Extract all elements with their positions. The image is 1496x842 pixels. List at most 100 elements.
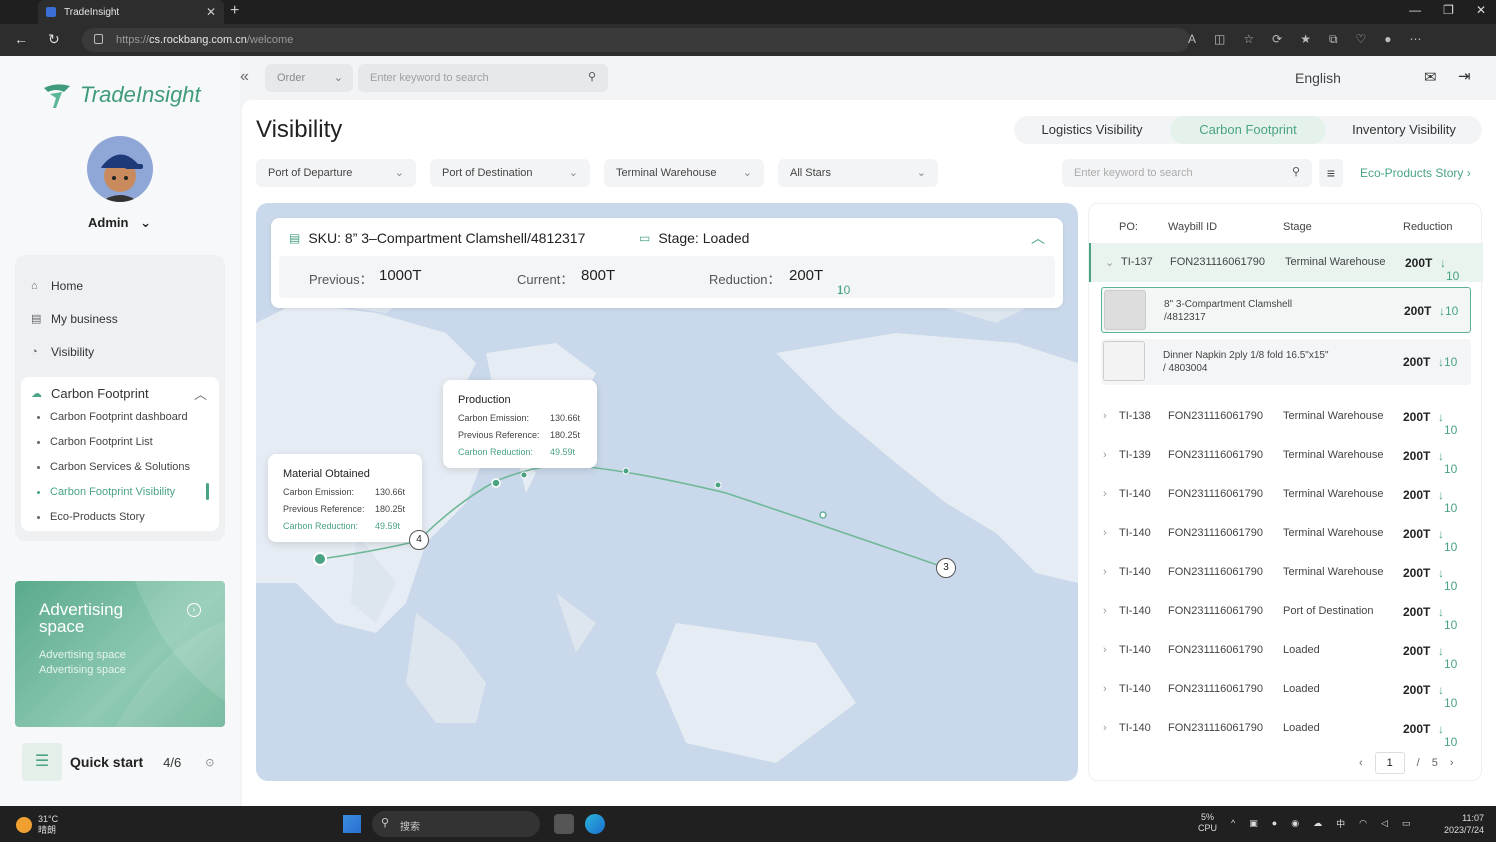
route-point[interactable]: [714, 481, 722, 489]
logout-icon[interactable]: ⇥: [1458, 67, 1471, 85]
table-row[interactable]: › TI-138 FON231116061790 Terminal Warehouse…: [1089, 397, 1483, 437]
chevron-up-icon[interactable]: ^: [1231, 818, 1235, 828]
windows-start-icon[interactable]: [343, 815, 361, 833]
tab-logistics-visibility[interactable]: Logistics Visibility: [1014, 116, 1170, 144]
route-point[interactable]: [491, 478, 501, 488]
submenu-item-eco-products[interactable]: Eco-Products Story: [37, 511, 145, 523]
favorite-star-icon[interactable]: ☆: [1243, 32, 1254, 47]
avatar[interactable]: [87, 136, 153, 202]
chevron-right-icon[interactable]: ›: [1103, 722, 1107, 734]
browser-tab[interactable]: TradeInsight ✕: [38, 0, 224, 24]
current-page[interactable]: 1: [1374, 752, 1405, 774]
cloud-icon[interactable]: ☁: [1313, 818, 1322, 829]
table-row[interactable]: › TI-140 FON231116061790 Terminal Warehouse…: [1089, 514, 1483, 554]
sidebar-item-home[interactable]: ⌂ Home: [31, 279, 83, 293]
chevron-right-icon[interactable]: ›: [1103, 566, 1107, 578]
split-screen-icon[interactable]: ◫: [1214, 32, 1225, 47]
table-row[interactable]: › TI-140 FON231116061790 Terminal Warehouse…: [1089, 553, 1483, 593]
table-row[interactable]: › TI-140 FON231116061790 Port of Destinatio…: [1089, 592, 1483, 632]
next-page-icon[interactable]: ›: [1450, 757, 1454, 769]
help-icon[interactable]: ⊙: [205, 756, 214, 769]
read-aloud-icon[interactable]: A: [1188, 32, 1196, 47]
table-row[interactable]: › TI-140 FON231116061790 Terminal Warehouse…: [1089, 475, 1483, 515]
quick-start[interactable]: ☰ Quick start 4/6 ⊙: [22, 743, 214, 781]
route-point[interactable]: [520, 471, 528, 479]
chevron-down-icon[interactable]: ⌄: [1105, 256, 1114, 269]
close-window-icon[interactable]: ✕: [1476, 3, 1486, 17]
wechat-icon[interactable]: ●: [1272, 818, 1277, 828]
submenu-item-dashboard[interactable]: Carbon Footprint dashboard: [37, 411, 188, 423]
origin-point[interactable]: [313, 552, 327, 566]
route-point[interactable]: [622, 467, 630, 475]
global-search-input[interactable]: Enter keyword to search ⚲: [358, 64, 608, 92]
collections-icon[interactable]: ⧉: [1329, 32, 1338, 47]
extensions-icon[interactable]: ♡: [1356, 32, 1367, 47]
submenu-item-services[interactable]: Carbon Services & Solutions: [37, 461, 190, 473]
new-tab-icon[interactable]: +: [230, 2, 239, 20]
volume-icon[interactable]: ◁: [1381, 818, 1388, 829]
arrow-right-icon[interactable]: ›: [187, 603, 201, 617]
user-menu[interactable]: Admin ⌄: [88, 215, 151, 231]
weather-widget[interactable]: 31°C 晴朗: [16, 814, 58, 836]
filter-all-stars[interactable]: All Stars ⌄: [778, 159, 938, 187]
product-item[interactable]: Dinner Napkin 2ply 1/8 fold 16.5"x15" / …: [1101, 339, 1471, 385]
sidebar-section-carbon-footprint[interactable]: ☁ Carbon Footprint ︿: [31, 386, 211, 402]
submenu-item-list[interactable]: Carbon Footprint List: [37, 436, 153, 448]
filter-port-of-departure[interactable]: Port of Departure ⌄: [256, 159, 416, 187]
sidebar-item-visibility[interactable]: ◔ Visibility: [31, 345, 94, 359]
tray-app-icon[interactable]: ▣: [1249, 818, 1258, 829]
chevron-right-icon[interactable]: ›: [1103, 449, 1107, 461]
taskbar-search[interactable]: ⚲ 搜索: [372, 811, 540, 837]
reload-icon[interactable]: ↻: [48, 31, 60, 48]
refresh-extension-icon[interactable]: ⟳: [1272, 32, 1282, 47]
ime-indicator[interactable]: 中: [1336, 817, 1345, 830]
collapse-card-icon[interactable]: ︿: [1031, 228, 1045, 248]
table-row-expanded[interactable]: ⌄ TI-137 FON231116061790 Terminal Wareho…: [1089, 243, 1483, 283]
battery-icon[interactable]: ▭: [1402, 818, 1411, 829]
language-select[interactable]: English: [1295, 70, 1341, 86]
chevron-right-icon[interactable]: ›: [1103, 527, 1107, 539]
route-map[interactable]: ▤ SKU: 8” 3–Compartment Clamshell/481231…: [256, 203, 1078, 781]
eco-products-story-link[interactable]: Eco-Products Story ›: [1360, 166, 1471, 180]
chevron-right-icon[interactable]: ›: [1103, 683, 1107, 695]
mail-icon[interactable]: ✉: [1424, 68, 1437, 86]
submenu-item-visibility[interactable]: Carbon Footprint Visibility: [37, 486, 175, 498]
list-menu-icon[interactable]: ≡: [1319, 159, 1343, 187]
more-icon[interactable]: ⋯: [1410, 32, 1422, 47]
table-row[interactable]: › TI-139 FON231116061790 Terminal Warehouse…: [1089, 436, 1483, 476]
app-logo[interactable]: TradeInsight: [40, 78, 201, 112]
maximize-icon[interactable]: ❐: [1443, 3, 1454, 17]
route-marker[interactable]: 3: [936, 558, 956, 578]
filter-port-of-destination[interactable]: Port of Destination ⌄: [430, 159, 590, 187]
product-item[interactable]: 8" 3-Compartment Clamshell /4812317 200T…: [1101, 287, 1471, 333]
chevron-right-icon[interactable]: ›: [1103, 410, 1107, 422]
minimize-icon[interactable]: —: [1409, 3, 1421, 17]
table-row[interactable]: › TI-140 FON231116061790 Loaded 200T ↓ 10: [1089, 631, 1483, 671]
search-icon[interactable]: ⚲: [588, 70, 596, 83]
close-tab-icon[interactable]: ✕: [206, 5, 216, 19]
search-icon[interactable]: ⚲: [1292, 165, 1300, 178]
chevron-right-icon[interactable]: ›: [1103, 644, 1107, 656]
profile-icon[interactable]: ●: [1384, 32, 1391, 47]
url-field[interactable]: https://cs.rockbang.com.cn/welcome: [82, 28, 1190, 52]
prev-page-icon[interactable]: ‹: [1359, 757, 1363, 769]
sidebar-item-my-business[interactable]: ▤ My business: [31, 312, 118, 326]
back-icon[interactable]: ←: [14, 31, 28, 47]
chevron-right-icon[interactable]: ›: [1103, 605, 1107, 617]
tab-carbon-footprint[interactable]: Carbon Footprint: [1170, 116, 1326, 144]
tray-app-icon[interactable]: ◉: [1291, 818, 1299, 829]
route-point[interactable]: [819, 511, 827, 519]
edge-browser-icon[interactable]: [585, 814, 605, 834]
file-explorer-icon[interactable]: [554, 814, 574, 834]
route-marker[interactable]: 4: [409, 530, 429, 550]
order-select[interactable]: Order ⌄: [265, 64, 353, 92]
tab-inventory-visibility[interactable]: Inventory Visibility: [1326, 116, 1482, 144]
favorites-icon[interactable]: ★: [1300, 32, 1311, 47]
chevron-right-icon[interactable]: ›: [1103, 488, 1107, 500]
filter-terminal-warehouse[interactable]: Terminal Warehouse ⌄: [604, 159, 764, 187]
table-row[interactable]: › TI-140 FON231116061790 Loaded 200T ↓ 10: [1089, 709, 1483, 749]
table-row[interactable]: › TI-140 FON231116061790 Loaded 200T ↓ 10: [1089, 670, 1483, 710]
clock[interactable]: 11:07 2023/7/24: [1444, 812, 1484, 836]
collapse-sidebar-icon[interactable]: «: [240, 68, 249, 86]
advertising-card[interactable]: Advertising space Advertising space Adve…: [15, 581, 225, 727]
